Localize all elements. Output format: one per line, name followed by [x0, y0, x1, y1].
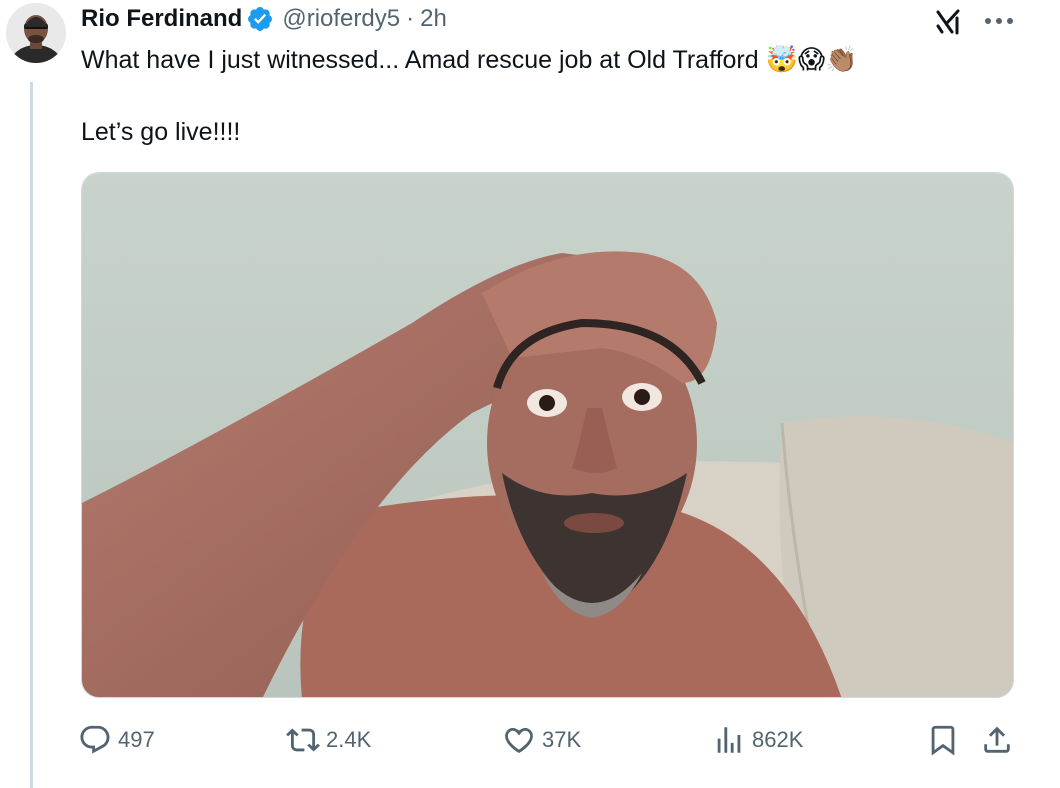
author-display-name[interactable]: Rio Ferdinand: [81, 5, 242, 33]
views-button[interactable]: 862K: [712, 720, 803, 760]
reply-icon: [80, 725, 110, 754]
heart-icon: [505, 727, 533, 754]
share-icon: [984, 726, 1010, 753]
like-button[interactable]: 37K: [502, 720, 581, 760]
more-icon[interactable]: [982, 6, 1016, 36]
tweet-media-photo[interactable]: [81, 172, 1014, 698]
verified-badge-icon: [246, 5, 274, 33]
header-separator: ·: [406, 5, 415, 32]
bookmark-button[interactable]: [926, 720, 960, 760]
tweet-emojis: 🤯😱👏🏽: [765, 45, 858, 75]
share-button[interactable]: [980, 720, 1014, 760]
selfie-photo-icon: [82, 173, 1013, 697]
author-avatar[interactable]: [6, 3, 66, 63]
tweet-text: What have I just witnessed... Amad rescu…: [81, 42, 1031, 150]
views-count: 862K: [752, 727, 804, 752]
tweet-text-line-1: What have I just witnessed... Amad rescu…: [81, 42, 1031, 78]
tweet-timestamp[interactable]: 2h: [420, 5, 447, 33]
tweet-header: Rio Ferdinand @rioferdy5 · 2h: [81, 4, 447, 34]
views-chart-icon: [717, 727, 741, 753]
avatar-photo-icon: [6, 3, 66, 63]
tweet-actions: 497 2.4K 37K 862K: [78, 720, 1018, 760]
like-count: 37K: [542, 727, 582, 752]
tweet-text-line-2: Let’s go live!!!!: [81, 118, 241, 146]
reply-button[interactable]: 497: [78, 720, 155, 760]
retweet-count: 2.4K: [326, 727, 372, 752]
author-handle[interactable]: @rioferdy5: [282, 5, 400, 33]
grok-icon[interactable]: [932, 6, 964, 38]
reply-count: 497: [118, 727, 155, 752]
retweet-icon: [286, 728, 320, 752]
thread-line: [30, 82, 33, 788]
tweet-text-line-1-words: What have I just witnessed... Amad rescu…: [81, 46, 759, 74]
bookmark-icon: [931, 725, 955, 756]
retweet-button[interactable]: 2.4K: [286, 720, 371, 760]
